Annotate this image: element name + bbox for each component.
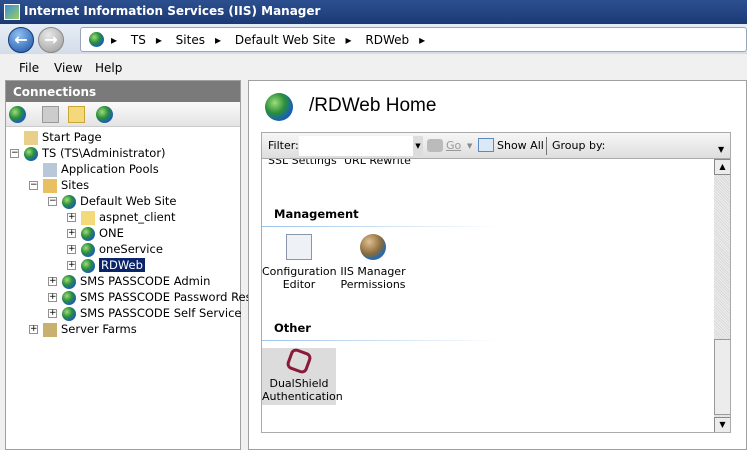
- group-divider: [262, 226, 562, 227]
- site-icon: [62, 290, 76, 305]
- tree-item-sites[interactable]: Sites: [43, 177, 89, 193]
- permissions-icon: [360, 234, 386, 260]
- app-pools-icon: [43, 162, 57, 177]
- server-icon: [24, 146, 38, 161]
- forward-button[interactable]: →: [38, 27, 64, 53]
- page-title: /RDWeb Home: [309, 95, 437, 116]
- breadcrumb-rdweb[interactable]: RDWeb: [365, 33, 409, 47]
- expand-icon[interactable]: +: [48, 277, 57, 286]
- app-icon: [81, 258, 95, 273]
- tree-item-application-pools[interactable]: Application Pools: [43, 161, 159, 177]
- breadcrumb-sites[interactable]: Sites: [176, 33, 205, 47]
- expand-icon[interactable]: +: [48, 309, 57, 318]
- collapse-icon[interactable]: −: [48, 197, 57, 206]
- app-icon: [81, 242, 95, 257]
- site-icon: [62, 194, 76, 209]
- sites-icon: [43, 178, 57, 193]
- tree-item-server[interactable]: TS (TS\Administrator): [24, 145, 166, 161]
- feature-ssl-settings[interactable]: SSL Settings: [268, 159, 337, 167]
- app-icon: [81, 226, 95, 241]
- breadcrumb-ts[interactable]: TS: [131, 33, 146, 47]
- tree-item-one[interactable]: ONE: [81, 225, 124, 241]
- folder-up-icon[interactable]: [68, 106, 85, 123]
- filter-bar: Filter: ▼ Go ▼ Show All Group by: ▼: [261, 132, 731, 159]
- scroll-up-button[interactable]: ▲: [714, 159, 730, 175]
- separator: [546, 137, 547, 155]
- tree-item-default-web-site[interactable]: Default Web Site: [62, 193, 176, 209]
- go-button[interactable]: Go: [446, 139, 461, 152]
- globe-icon: [89, 32, 104, 47]
- collapse-icon[interactable]: −: [29, 181, 38, 190]
- tree-item-oneservice[interactable]: oneService: [81, 241, 163, 257]
- address-bar[interactable]: ▸ TS ▸ Sites ▸ Default Web Site ▸ RDWeb ▸: [80, 27, 747, 52]
- go-dropdown-icon[interactable]: ▼: [467, 142, 472, 150]
- tree-item-sms-passcode-admin[interactable]: SMS PASSCODE Admin: [62, 273, 210, 289]
- expand-icon[interactable]: +: [48, 293, 57, 302]
- binoculars-icon: [427, 139, 443, 152]
- feature-url-rewrite[interactable]: URL Rewrite: [344, 159, 411, 167]
- group-divider: [262, 340, 562, 341]
- breadcrumb-arrow-icon: ▸: [111, 33, 118, 47]
- site-icon: [62, 274, 76, 289]
- menu-help[interactable]: Help: [95, 61, 122, 75]
- features-content: SSL Settings URL Rewrite Management Conf…: [261, 159, 731, 433]
- window-title: Internet Information Services (IIS) Mana…: [24, 4, 321, 18]
- breadcrumb-arrow-icon: ▸: [155, 33, 162, 47]
- back-button[interactable]: ←: [8, 27, 34, 53]
- connections-panel: Connections Start Page − TS (TS\Administ…: [5, 80, 263, 450]
- breadcrumb-arrow-icon[interactable]: ▸: [419, 33, 425, 47]
- connect-icon[interactable]: [9, 106, 26, 123]
- tree-item-rdweb[interactable]: RDWeb: [81, 257, 145, 273]
- site-home-icon: [265, 93, 293, 121]
- tree-item-aspnet-client[interactable]: aspnet_client: [81, 209, 176, 225]
- feature-iis-manager-permissions[interactable]: IIS Manager Permissions: [336, 234, 410, 291]
- vertical-scrollbar[interactable]: ▲ ▼: [714, 159, 730, 432]
- menu-file[interactable]: File: [19, 61, 39, 75]
- group-by-button[interactable]: Group by:: [552, 139, 605, 152]
- configuration-editor-icon: [286, 234, 312, 260]
- expand-icon[interactable]: +: [67, 229, 76, 238]
- save-icon[interactable]: [42, 106, 59, 123]
- feature-configuration-editor[interactable]: Configuration Editor: [262, 234, 337, 291]
- show-all-button[interactable]: Show All: [497, 139, 544, 152]
- breadcrumb-arrow-icon: ▸: [345, 33, 352, 47]
- tree-item-start-page[interactable]: Start Page: [24, 129, 102, 145]
- features-view: /RDWeb Home Filter: ▼ Go ▼ Show All Grou…: [248, 80, 747, 450]
- connections-header: Connections: [6, 81, 240, 102]
- title-bar: Internet Information Services (IIS) Mana…: [0, 0, 747, 24]
- disconnect-icon[interactable]: [96, 106, 113, 123]
- site-icon: [62, 306, 76, 321]
- expand-icon[interactable]: +: [67, 213, 76, 222]
- breadcrumb-default-web-site[interactable]: Default Web Site: [235, 33, 336, 47]
- tree-item-sms-passcode-self-service[interactable]: SMS PASSCODE Self Service: [62, 305, 241, 321]
- filter-dropdown-button[interactable]: ▼: [413, 136, 423, 156]
- expand-icon[interactable]: +: [29, 325, 38, 334]
- navigation-bar: ← → ▸ TS ▸ Sites ▸ Default Web Site ▸ RDWeb…: [0, 24, 747, 54]
- folder-icon: [81, 210, 95, 225]
- iis-app-icon: [4, 4, 20, 20]
- filter-label: Filter:: [268, 139, 299, 152]
- menu-bar: File View Help: [0, 54, 747, 80]
- filter-input[interactable]: [299, 136, 421, 156]
- expand-icon[interactable]: +: [67, 261, 76, 270]
- expand-icon[interactable]: +: [67, 245, 76, 254]
- server-farms-icon: [43, 322, 57, 337]
- start-page-icon: [24, 130, 38, 145]
- scroll-down-button[interactable]: ▼: [714, 417, 730, 432]
- view-options-icon[interactable]: ▼: [718, 145, 724, 154]
- group-header-management: Management: [274, 207, 359, 221]
- tree-item-sms-passcode-password-reset[interactable]: SMS PASSCODE Password Reset: [62, 289, 263, 305]
- scroll-thumb[interactable]: [714, 339, 730, 415]
- collapse-icon[interactable]: −: [10, 149, 19, 158]
- menu-view[interactable]: View: [54, 61, 82, 75]
- show-all-icon: [478, 138, 494, 152]
- dualshield-icon: [284, 346, 314, 376]
- feature-dualshield-authentication[interactable]: DualShield Authentication: [262, 346, 343, 405]
- tree-item-server-farms[interactable]: Server Farms: [43, 321, 137, 337]
- connections-toolbar: [6, 102, 240, 127]
- group-header-other: Other: [274, 321, 311, 335]
- breadcrumb-arrow-icon: ▸: [214, 33, 221, 47]
